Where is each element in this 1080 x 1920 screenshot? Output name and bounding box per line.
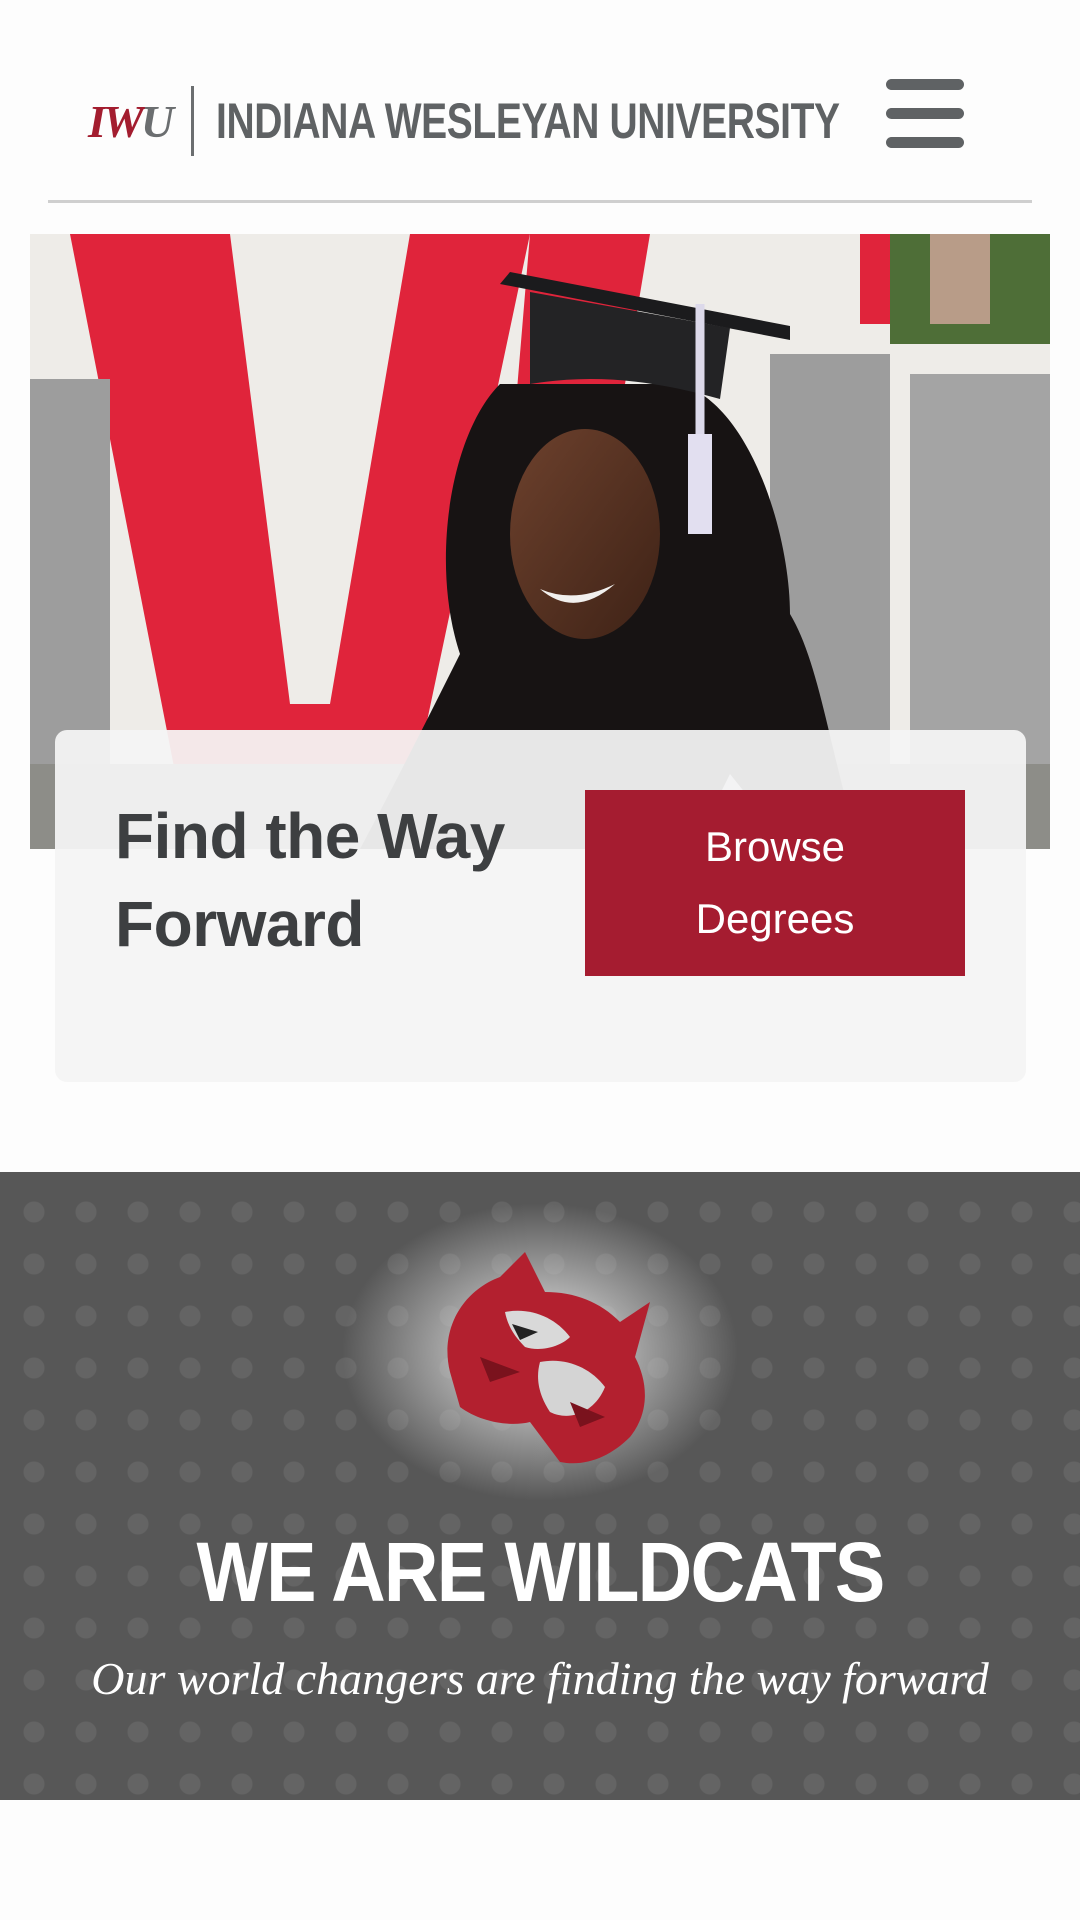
site-header: IWU INDIANA WESLEYAN UNIVERSITY xyxy=(0,0,1080,205)
header-divider xyxy=(48,200,1032,203)
logo-divider xyxy=(191,86,195,156)
hero-title: Find the Way Forward xyxy=(115,800,505,960)
university-logo[interactable]: IWU INDIANA WESLEYAN UNIVERSITY xyxy=(88,86,1016,156)
hero-card: Find the Way Forward Browse Degrees xyxy=(55,730,1026,1082)
iwu-logo-mark: IWU xyxy=(88,95,174,147)
wildcat-mascot-icon xyxy=(447,1252,650,1464)
university-name: INDIANA WESLEYAN UNIVERSITY xyxy=(216,93,840,149)
menu-icon[interactable] xyxy=(880,75,970,153)
wildcats-section: WE ARE WILDCATS Our world changers are f… xyxy=(0,1172,1080,1800)
wildcats-subtitle: Our world changers are finding the way f… xyxy=(91,1653,989,1704)
browse-degrees-button[interactable]: Browse Degrees xyxy=(585,790,965,976)
wildcats-title: WE ARE WILDCATS xyxy=(196,1525,886,1619)
